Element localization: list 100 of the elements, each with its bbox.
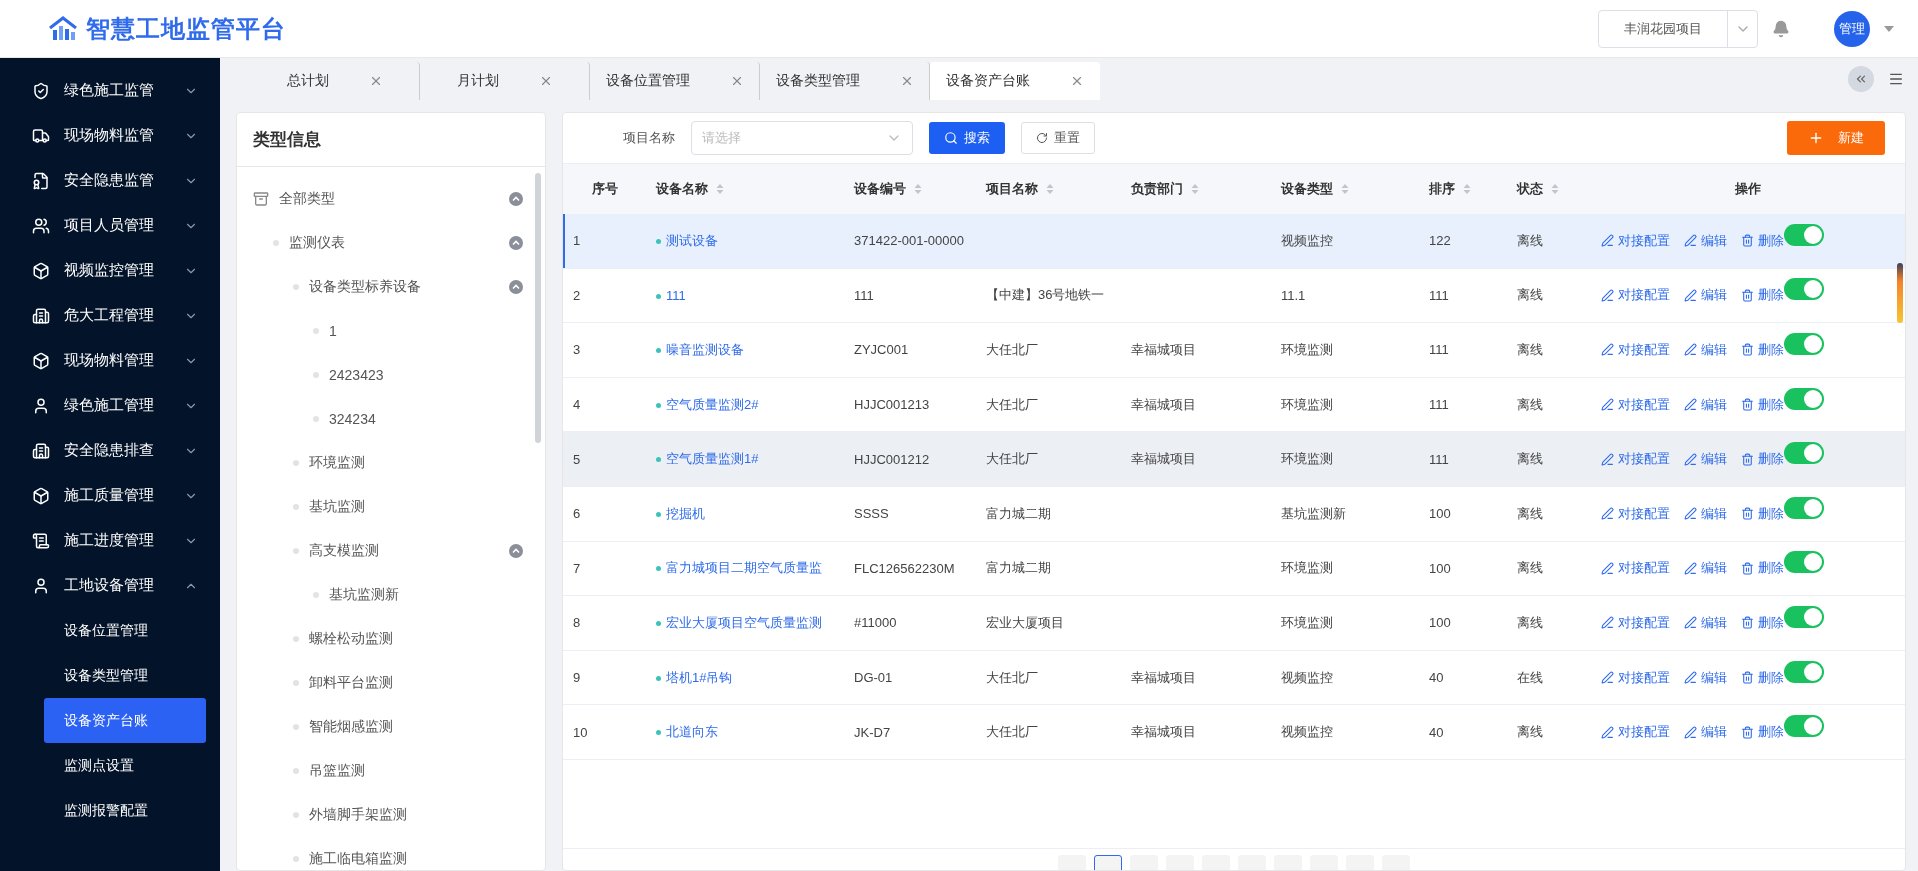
sidebar-item[interactable]: 安全隐患排查: [0, 428, 220, 473]
sidebar-item[interactable]: 现场物料监管: [0, 113, 220, 158]
caret-icon[interactable]: [1884, 25, 1894, 32]
delete-link[interactable]: 删除: [1741, 231, 1784, 250]
delete-link[interactable]: 删除: [1741, 723, 1784, 742]
tree-node[interactable]: 环境监测: [237, 441, 545, 485]
menu-icon[interactable]: [1888, 71, 1904, 87]
column-header[interactable]: 项目名称: [976, 163, 1121, 214]
delete-link[interactable]: 删除: [1741, 668, 1784, 687]
device-name-link[interactable]: 塔机1#吊钩: [656, 669, 733, 685]
edit-link[interactable]: 编辑: [1684, 613, 1727, 632]
toggle-switch[interactable]: [1784, 223, 1824, 246]
device-name-link[interactable]: 挖掘机: [656, 505, 705, 521]
column-header[interactable]: 负责部门: [1121, 163, 1271, 214]
table-row[interactable]: 3 噪音监测设备 ZYJC001 大任北厂 幸福城项目 环境监测 111 离线 对接配置 编辑 删除: [563, 322, 1905, 378]
tree-node[interactable]: 智能烟感监测: [237, 705, 545, 749]
toggle-switch[interactable]: [1784, 660, 1824, 683]
config-link[interactable]: 对接配置: [1601, 395, 1670, 414]
sidebar-subitem[interactable]: 设备位置管理: [44, 608, 206, 653]
config-link[interactable]: 对接配置: [1601, 559, 1670, 578]
sort-icon[interactable]: [1046, 183, 1054, 196]
device-name-link[interactable]: 空气质量监测1#: [656, 451, 759, 467]
toggle-switch[interactable]: [1784, 333, 1824, 355]
collapse-icon[interactable]: [509, 544, 523, 558]
sort-icon[interactable]: [1551, 183, 1559, 196]
scrollbar-thumb[interactable]: [1897, 263, 1903, 323]
edit-link[interactable]: 编辑: [1684, 395, 1727, 414]
toggle-switch[interactable]: [1784, 551, 1824, 574]
table-row[interactable]: 4 空气质量监测2# HJJC001213 大任北厂 幸福城项目 环境监测 111 离线 对接配置 编辑 删除: [563, 377, 1905, 432]
delete-link[interactable]: 删除: [1741, 613, 1784, 632]
tree-node[interactable]: 外墙脚手架监测: [237, 793, 545, 837]
column-header[interactable]: 设备名称: [646, 163, 844, 214]
close-icon[interactable]: [1070, 74, 1084, 88]
column-header[interactable]: 设备编号: [844, 163, 976, 214]
sidebar-subitem[interactable]: 监测点设置: [44, 743, 206, 788]
config-link[interactable]: 对接配置: [1601, 723, 1670, 742]
toggle-switch[interactable]: [1784, 442, 1824, 465]
config-link[interactable]: 对接配置: [1601, 504, 1670, 523]
toggle-switch[interactable]: [1784, 605, 1824, 628]
table-row[interactable]: 5 空气质量监测1# HJJC001212 大任北厂 幸福城项目 环境监测 111 离线 对接配置 编辑 删除: [563, 431, 1905, 487]
search-button[interactable]: 搜索: [929, 122, 1005, 154]
sidebar-item[interactable]: 施工进度管理: [0, 518, 220, 563]
edit-link[interactable]: 编辑: [1684, 668, 1727, 687]
table-row[interactable]: 2 111 111 【中建】36号地铁一 11.1 111 离线 对接配置 编辑 删除: [563, 268, 1905, 323]
table-row[interactable]: 9 塔机1#吊钩 DG-01 大任北厂 幸福城项目 视频监控 40 在线 对接配置 编辑 删除: [563, 650, 1905, 705]
tree-node[interactable]: 螺栓松动监测: [237, 617, 545, 661]
edit-link[interactable]: 编辑: [1684, 450, 1727, 469]
edit-link[interactable]: 编辑: [1684, 286, 1727, 305]
delete-link[interactable]: 删除: [1741, 559, 1784, 578]
device-name-link[interactable]: 空气质量监测2#: [656, 396, 759, 412]
scrollbar-thumb[interactable]: [535, 173, 541, 443]
toggle-switch[interactable]: [1784, 278, 1824, 301]
edit-link[interactable]: 编辑: [1684, 559, 1727, 578]
sidebar-subitem[interactable]: 设备类型管理: [44, 653, 206, 698]
tab[interactable]: 设备位置管理: [590, 62, 760, 100]
toggle-switch[interactable]: [1784, 387, 1824, 410]
reset-button[interactable]: 重置: [1021, 122, 1095, 154]
config-link[interactable]: 对接配置: [1601, 341, 1670, 359]
project-select[interactable]: 丰润花园项目: [1598, 9, 1758, 48]
toggle-switch[interactable]: [1784, 496, 1824, 519]
tree-node[interactable]: 高支模监测: [237, 529, 545, 573]
config-link[interactable]: 对接配置: [1601, 613, 1670, 632]
sidebar-item[interactable]: 项目人员管理: [0, 203, 220, 248]
tree-node[interactable]: 基坑监测新: [237, 573, 545, 617]
tree-node[interactable]: 基坑监测: [237, 485, 545, 529]
table-row[interactable]: 7 富力城项目二期空气质量监 FLC126562230M 富力城二期 环境监测 100 离线 对接配置 编辑 删除: [563, 541, 1905, 596]
column-header[interactable]: 排序: [1419, 163, 1507, 214]
user-avatar[interactable]: 管理: [1834, 10, 1870, 47]
sort-icon[interactable]: [914, 183, 922, 196]
sidebar-item[interactable]: 施工质量管理: [0, 473, 220, 518]
column-header[interactable]: 设备类型: [1271, 163, 1419, 214]
device-name-link[interactable]: 北道向东: [656, 724, 718, 740]
collapse-button[interactable]: [1848, 66, 1874, 92]
tree-node[interactable]: 吊篮监测: [237, 749, 545, 793]
tab[interactable]: 总计划: [250, 62, 420, 100]
edit-link[interactable]: 编辑: [1684, 231, 1727, 250]
sidebar-item[interactable]: 危大工程管理: [0, 293, 220, 338]
edit-link[interactable]: 编辑: [1684, 504, 1727, 523]
edit-link[interactable]: 编辑: [1684, 341, 1727, 359]
sort-icon[interactable]: [1191, 183, 1199, 196]
config-link[interactable]: 对接配置: [1601, 286, 1670, 305]
device-name-link[interactable]: 宏业大厦项目空气质量监测: [656, 614, 822, 630]
delete-link[interactable]: 删除: [1741, 286, 1784, 305]
tab[interactable]: 设备资产台账: [930, 62, 1100, 100]
edit-link[interactable]: 编辑: [1684, 723, 1727, 742]
config-link[interactable]: 对接配置: [1601, 231, 1670, 250]
device-name-link[interactable]: 噪音监测设备: [656, 342, 744, 357]
tab[interactable]: 月计划: [420, 62, 590, 100]
sort-icon[interactable]: [1463, 183, 1471, 196]
sidebar-item[interactable]: 工地设备管理: [0, 563, 220, 608]
sidebar-item[interactable]: 安全隐患监管: [0, 158, 220, 203]
tree-node[interactable]: 卸料平台监测: [237, 661, 545, 705]
sort-icon[interactable]: [1341, 183, 1349, 196]
collapse-icon[interactable]: [509, 280, 523, 294]
collapse-icon[interactable]: [509, 236, 523, 250]
tree-node[interactable]: 1: [237, 309, 545, 353]
tree-node[interactable]: 全部类型: [237, 177, 545, 221]
table-row[interactable]: 8 宏业大厦项目空气质量监测 #11000 宏业大厦项目 环境监测 100 离线 对接配置 编辑 删除: [563, 595, 1905, 651]
sidebar-item[interactable]: 绿色施工管理: [0, 383, 220, 428]
device-name-link[interactable]: 测试设备: [656, 232, 718, 248]
